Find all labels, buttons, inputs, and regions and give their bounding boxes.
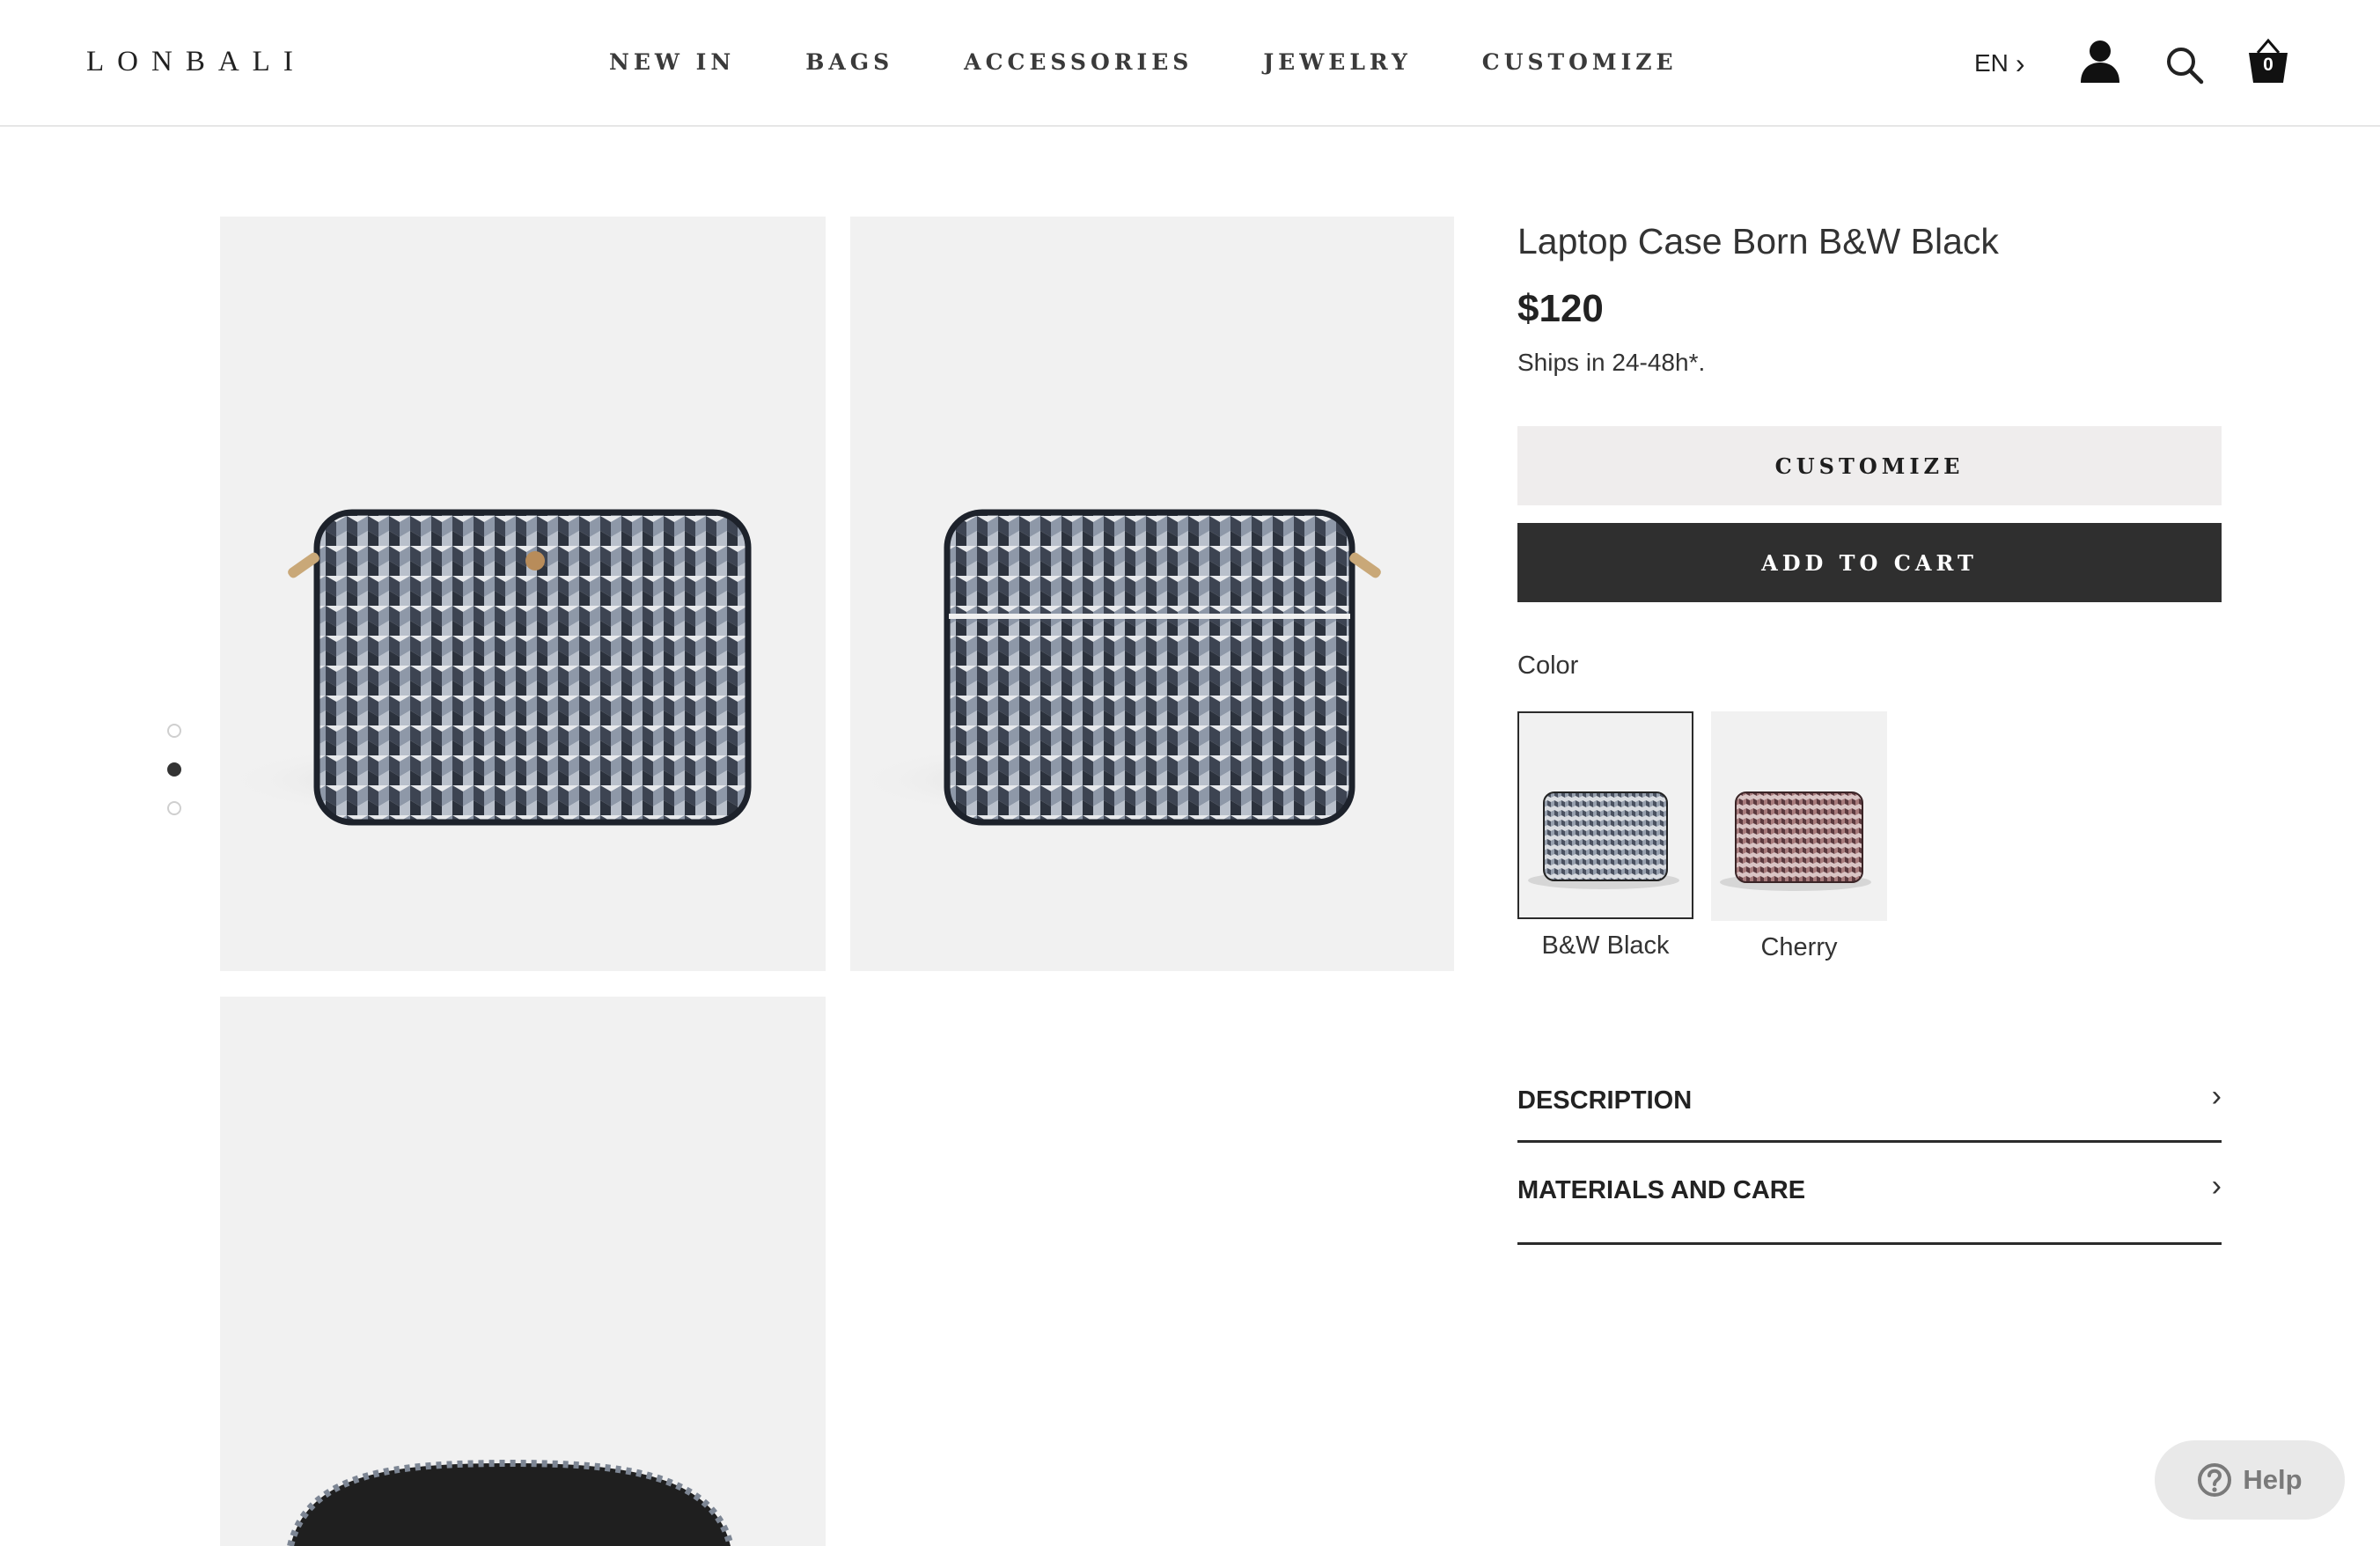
shipping-note: Ships in 24-48h*. — [1517, 349, 1706, 376]
bw-black-case-thumbnail — [1528, 791, 1679, 889]
customize-button[interactable]: CUSTOMIZE — [1517, 426, 2222, 505]
main-nav: NEW IN BAGS ACCESSORIES JEWELRY CUSTOMIZ… — [609, 49, 1748, 75]
add-to-cart-button[interactable]: ADD TO CART — [1517, 523, 2222, 602]
chevron-right-icon: › — [2211, 1169, 2222, 1203]
product-image-front[interactable] — [220, 217, 826, 971]
product-title: Laptop Case Born B&W Black — [1517, 221, 1999, 261]
search-icon — [2167, 48, 2204, 85]
swatch-label: Cherry — [1760, 933, 1838, 961]
product-price: $120 — [1517, 287, 1604, 330]
color-swatch-cherry[interactable]: Cherry — [1711, 711, 1887, 962]
swatch-label: B&W Black — [1541, 931, 1670, 960]
chevron-right-icon: › — [2211, 1079, 2222, 1113]
swatch-thumbnail — [1517, 711, 1693, 919]
accordion-materials-and-care[interactable]: MATERIALS AND CARE › — [1517, 1143, 2222, 1245]
gallery-dot[interactable] — [167, 724, 181, 738]
help-button[interactable]: Help — [2155, 1440, 2345, 1520]
nav-item-new-in[interactable]: NEW IN — [609, 49, 735, 75]
help-label: Help — [2243, 1464, 2303, 1495]
accordion-title: DESCRIPTION — [1517, 1086, 1693, 1115]
question-circle-icon — [2198, 1463, 2232, 1497]
cart-button[interactable]: 0 — [2247, 37, 2289, 91]
language-selector[interactable]: EN › — [1974, 49, 2025, 77]
color-label: Color — [1517, 652, 1579, 680]
search-button[interactable] — [2165, 46, 2204, 89]
site-header: LONBALI NEW IN BAGS ACCESSORIES JEWELRY … — [0, 0, 2380, 127]
gallery-dot[interactable] — [167, 801, 181, 815]
nav-item-customize[interactable]: CUSTOMIZE — [1482, 49, 1678, 75]
chevron-right-icon: › — [2015, 48, 2025, 79]
swatch-thumbnail — [1711, 711, 1887, 921]
nav-item-jewelry[interactable]: JEWELRY — [1263, 49, 1411, 75]
language-label: EN — [1974, 49, 2009, 77]
laptop-case-interior-illustration — [287, 1459, 734, 1546]
user-icon — [2081, 40, 2119, 83]
brand-logo[interactable]: LONBALI — [86, 46, 306, 78]
product-image-interior[interactable] — [220, 997, 826, 1546]
product-image-back[interactable] — [850, 217, 1454, 971]
gallery-dot[interactable] — [167, 762, 181, 777]
laptop-case-front-illustration — [220, 509, 752, 826]
color-swatch-bw-black[interactable]: B&W Black — [1517, 711, 1693, 961]
cherry-case-thumbnail — [1720, 791, 1871, 891]
nav-item-bags[interactable]: BAGS — [805, 49, 893, 75]
cart-count-badge: 0 — [2263, 55, 2273, 75]
accordion-description[interactable]: DESCRIPTION › — [1517, 1053, 2222, 1143]
laptop-case-back-illustration — [850, 509, 1381, 826]
gallery-pagination — [167, 724, 181, 840]
accordion-title: MATERIALS AND CARE — [1517, 1176, 1806, 1204]
account-button[interactable] — [2079, 39, 2121, 89]
nav-item-accessories[interactable]: ACCESSORIES — [964, 49, 1193, 75]
